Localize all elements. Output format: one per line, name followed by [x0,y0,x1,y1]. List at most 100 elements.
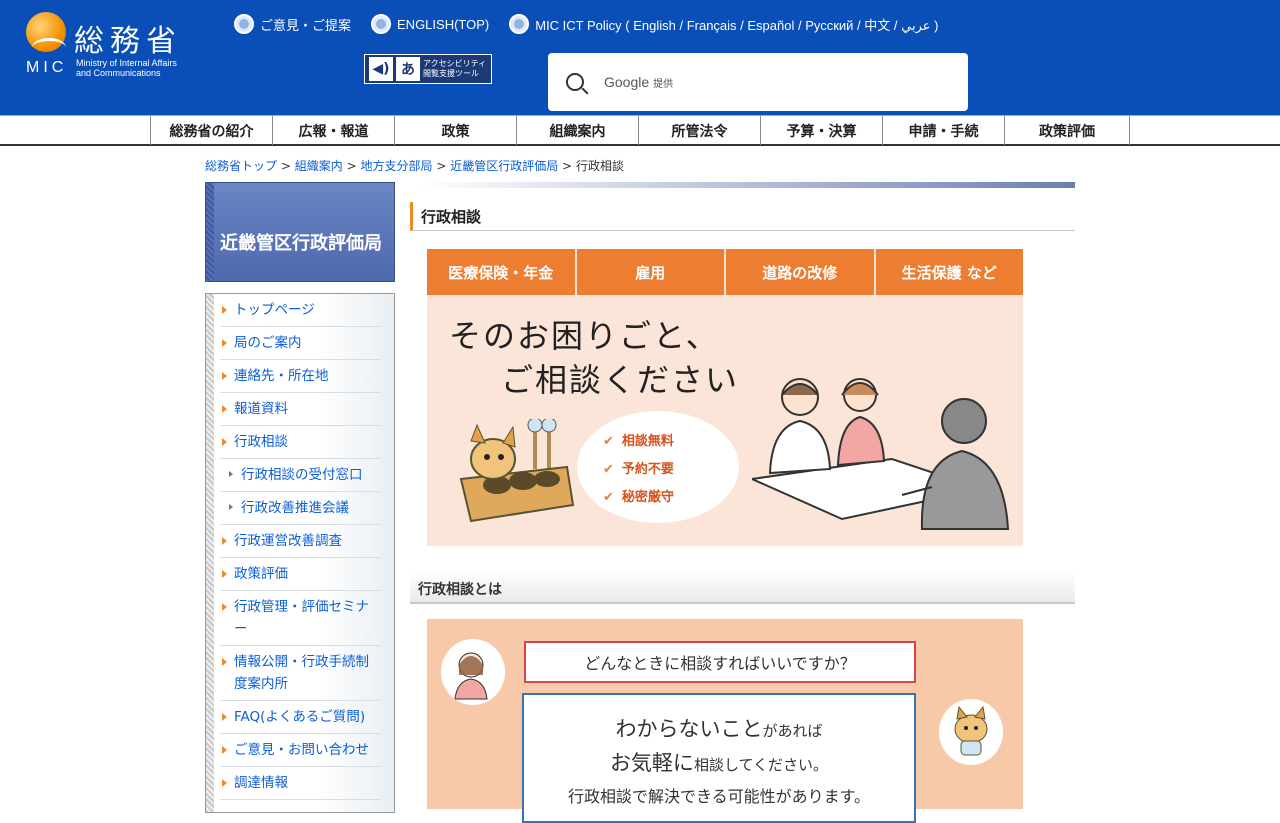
gnav-item-policy[interactable]: 政策 [395,116,517,145]
answer-small-2: 相談してください。 [693,756,829,774]
logo-en-text: Ministry of Internal Affairs and Communi… [76,58,177,78]
banner-check-label: 予約不要 [621,462,674,477]
sidebar-item-seminar[interactable]: 行政管理・評価セミナー [220,591,380,646]
sidebar-item-press[interactable]: 報道資料 [220,393,380,426]
header-link-english[interactable]: ENGLISH(TOP) [371,14,489,34]
breadcrumb-separator: > [346,159,357,173]
header-link-ict-policy[interactable]: MIC ICT Policy ( English / Français / Es… [509,14,938,34]
answer-line-3: 行政相談で解決できる可能性があります。 [567,787,871,806]
breadcrumb-link-top[interactable]: 総務省トップ [205,159,277,173]
sidebar-item-top[interactable]: トップページ [220,294,380,327]
breadcrumb-link-organization[interactable]: 組織案内 [295,159,343,173]
sidebar-item-survey[interactable]: 行政運営改善調査 [220,525,380,558]
search-box[interactable]: Google 提供 [548,53,968,111]
check-icon: ✔ [603,462,614,477]
logo-jp-text: 総務省 [74,24,182,59]
header-link-label: ご意見・ご提案 [260,17,352,33]
sidebar-title: 近畿管区行政評価局 [205,182,395,282]
woman-thinking-icon [441,639,505,705]
global-nav: 総務省の紹介 広報・報道 政策 組織案内 所管法令 予算・決算 申請・手続 政策… [0,115,1280,146]
sidebar-subitem-council[interactable]: 行政改善推進会議 [220,492,380,525]
hiragana-icon: あ [396,57,420,81]
answer-line-1: わからないことがあれば [524,713,914,743]
mic-logo[interactable]: 総務省 MIC Ministry of Internal Affairs and… [26,12,216,82]
sidebar-item-procurement[interactable]: 調達情報 [220,767,380,800]
sidebar-item-label[interactable]: トップページ [234,302,315,318]
sidebar-item-policy-eval[interactable]: 政策評価 [220,558,380,591]
logo-en-line1: Ministry of Internal Affairs [76,58,177,68]
radio-bullet-icon [509,14,530,34]
sidebar-item-label[interactable]: 報道資料 [234,401,288,417]
sidebar-item-faq[interactable]: FAQ(よくあるご質問) [220,701,380,734]
sidebar-item-label[interactable]: ご意見・お問い合わせ [234,742,369,758]
gnav-item-organization[interactable]: 組織案内 [517,116,639,145]
sidebar-item-label[interactable]: 行政相談 [234,434,288,450]
gnav-item-budget[interactable]: 予算・決算 [761,116,883,145]
sidebar-item-label[interactable]: 行政改善推進会議 [241,500,349,516]
answer-line-2: お気軽に相談してください。 [524,747,914,777]
banner-topic-roads: 道路の改修 [726,249,874,295]
breadcrumb-separator: > [280,159,291,173]
banner-headline-2: ご相談ください [501,361,740,399]
banner-topic-employment: 雇用 [576,249,724,295]
accessibility-tool-button[interactable]: ◀) あ アクセシビリティ 閲覧支援ツール [364,54,492,84]
sidebar-item-contact[interactable]: 連絡先・所在地 [220,360,380,393]
gnav-item-applications[interactable]: 申請・手続 [883,116,1005,145]
consultation-people-illustration [752,378,1010,530]
breadcrumb-separator: > [436,159,447,173]
sidebar-item-label[interactable]: 局のご案内 [234,335,302,351]
sidebar-item-inquiry[interactable]: ご意見・お問い合わせ [220,734,380,767]
banner-check-free: ✔ 相談無料 [603,430,674,449]
banner-check-label: 相談無料 [621,434,674,449]
sidebar-item-label[interactable]: FAQ(よくあるご質問) [234,709,365,725]
banner-topic-tabs: 医療保険・年金 雇用 道路の改修 生活保護 など [427,249,1023,295]
search-icon[interactable] [566,73,584,91]
mascot-takoyaki-illustration [459,419,575,523]
qa-banner: どんなときに相談すればいいですか？ わからないことがあれば お気軽に相談してくだ… [427,619,1023,823]
gnav-item-evaluation[interactable]: 政策評価 [1005,116,1130,145]
breadcrumb-current: 行政相談 [575,159,624,173]
decorative-top-bar [420,182,1075,188]
sidebar-item-label[interactable]: 政策評価 [234,566,288,582]
radio-bullet-icon [234,14,254,34]
sidebar-item-about-bureau[interactable]: 局のご案内 [220,327,380,360]
sidebar-item-label[interactable]: 行政運営改善調査 [234,533,342,549]
sidebar-item-label[interactable]: 連絡先・所在地 [234,368,329,384]
sidebar-item-label[interactable]: 調達情報 [234,775,288,791]
site-header: 総務省 MIC Ministry of Internal Affairs and… [0,0,1280,115]
sidebar-item-label[interactable]: 情報公開・行政手続制度案内所 [234,654,369,692]
question-box: どんなときに相談すればいいですか？ [524,641,916,683]
banner-check-no-reservation: ✔ 予約不要 [603,458,674,477]
answer-emphasis-1: わからないこと [615,717,763,741]
logo-en-line2: and Communications [76,68,161,78]
gnav-item-about[interactable]: 総務省の紹介 [151,116,273,145]
breadcrumb-link-regional[interactable]: 地方支分部局 [360,159,432,173]
sidebar-item-consultation[interactable]: 行政相談 [220,426,380,459]
accessibility-label: アクセシビリティ 閲覧支援ツール [423,59,486,79]
breadcrumb: 総務省トップ > 組織案内 > 地方支分部局 > 近畿管区行政評価局 > 行政相… [205,157,624,174]
sidebar-item-label[interactable]: 行政管理・評価セミナー [234,599,369,637]
gnav-item-laws[interactable]: 所管法令 [639,116,761,145]
sidebar-subitem-reception[interactable]: 行政相談の受付窓口 [220,459,380,492]
sidebar-item-label[interactable]: 行政相談の受付窓口 [241,467,363,483]
mascot-icon [939,699,1003,765]
accessibility-label-line1: アクセシビリティ [423,59,487,68]
consultation-banner: 医療保険・年金 雇用 道路の改修 生活保護 など そのお困りごと、 ご相談くださ… [427,249,1023,546]
accessibility-label-line2: 閲覧支援ツール [423,69,479,78]
header-links: ご意見・ご提案 ENGLISH(TOP) MIC ICT Policy ( En… [234,14,938,34]
banner-topic-insurance: 医療保険・年金 [427,249,575,295]
search-provided-label: 提供 [653,78,674,90]
page-title: 行政相談 [410,202,1075,231]
banner-check-label: 秘密厳守 [621,490,674,505]
logo-mic-text: MIC [26,59,68,76]
speaker-icon: ◀) [369,57,393,81]
section-title-consultation: 行政相談とは [410,572,1075,604]
breadcrumb-link-kinki[interactable]: 近畿管区行政評価局 [450,159,558,173]
sidebar-item-info-disclosure[interactable]: 情報公開・行政手続制度案内所 [220,646,380,701]
header-link-label: MIC ICT Policy ( English / Français / Es… [535,17,939,33]
gnav-item-pr[interactable]: 広報・報道 [273,116,395,145]
answer-small-1: があれば [762,722,823,740]
banner-headline-1: そのお困りごと、 [449,317,720,355]
header-link-opinion[interactable]: ご意見・ご提案 [234,14,351,34]
answer-emphasis-2: お気軽に [609,751,694,775]
